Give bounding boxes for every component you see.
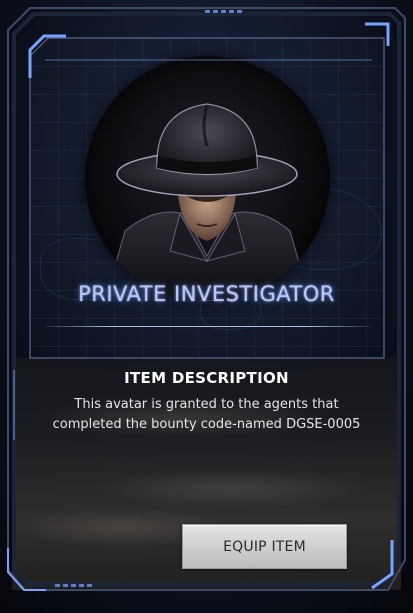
title-divider xyxy=(45,326,372,327)
avatar-portrait xyxy=(85,56,330,301)
item-card: PRIVATE INVESTIGATOR ITEM DESCRIPTION Th… xyxy=(0,0,413,613)
detective-avatar-icon xyxy=(104,103,311,301)
description-text: This avatar is granted to the agents tha… xyxy=(52,397,361,432)
panel-texture xyxy=(92,468,372,508)
item-title: PRIVATE INVESTIGATOR xyxy=(78,282,335,306)
frame-dash xyxy=(205,10,242,13)
description-heading: ITEM DESCRIPTION xyxy=(124,369,289,387)
equip-item-button[interactable]: EQUIP ITEM xyxy=(182,524,347,569)
